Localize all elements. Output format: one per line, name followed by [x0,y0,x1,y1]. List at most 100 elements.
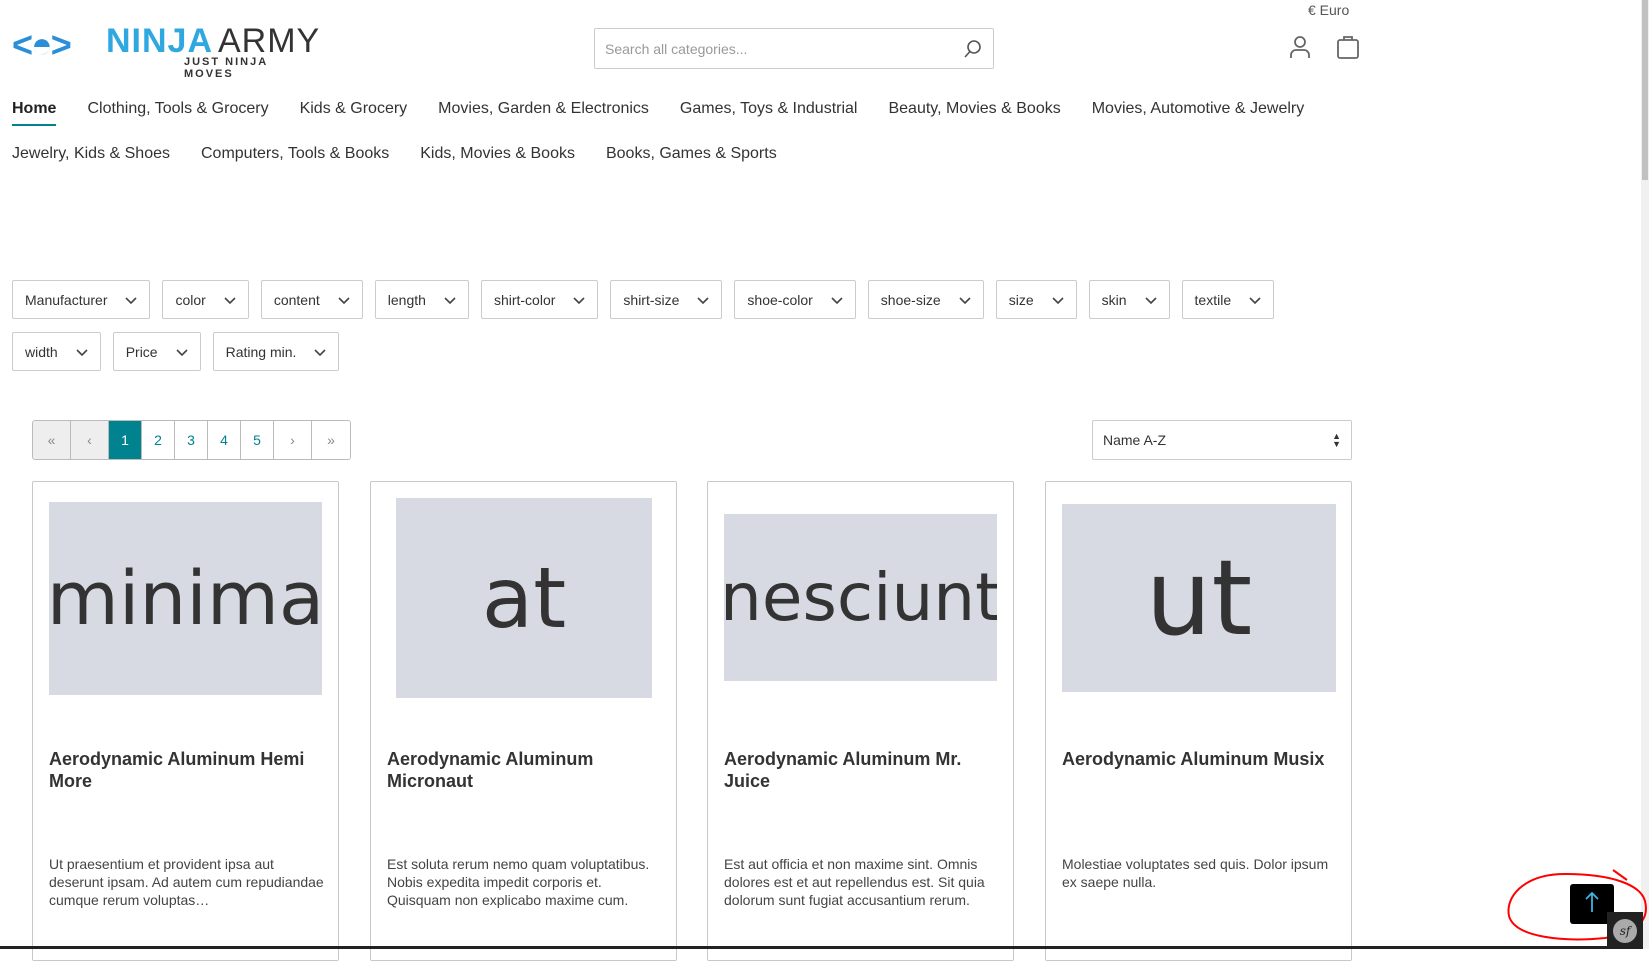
filter-row-1: Manufacturer color content length shirt-colo… [12,280,1275,319]
chevron-down-icon [125,292,138,308]
filter-shoe-size-dropdown[interactable]: shoe-size [867,280,984,319]
filter-label: textile [1194,291,1232,308]
sort-selected: Name A-Z [1103,432,1167,448]
chevron-down-icon [959,292,971,308]
select-arrows-icon: ▲ ▼ [1332,431,1341,449]
filter-content-dropdown[interactable]: content [260,280,363,319]
chevron-down-icon [444,292,456,308]
filter-label: size [1008,291,1034,308]
filter-label: shirt-color [493,291,556,308]
search-icon[interactable] [953,39,993,59]
chevron-down-icon [697,292,709,308]
page-1-button[interactable]: 1 [109,421,142,459]
chevron-down-icon [573,292,585,308]
first-page-button[interactable]: « [33,421,71,459]
sort-select[interactable]: Name A-Z ▲ ▼ [1092,420,1352,460]
filter-label: Manufacturer [25,291,108,308]
last-page-button[interactable]: » [312,421,350,459]
product-card[interactable]: nesciunt Aerodynamic Aluminum Mr. Juice Es… [707,481,1014,961]
product-title[interactable]: Aerodynamic Aluminum Micronaut [387,748,660,792]
page-5-button[interactable]: 5 [241,421,274,459]
prev-page-button[interactable]: ‹ [71,421,109,459]
nav-item-books-games-sports[interactable]: Books, Games & Sports [606,145,777,169]
filter-width-dropdown[interactable]: width [12,332,101,371]
arrow-up-icon [1584,891,1600,918]
filter-label: shoe-size [880,291,941,308]
product-title[interactable]: Aerodynamic Aluminum Hemi More [49,748,322,792]
filter-label: color [175,291,206,308]
filter-shirt-size-dropdown[interactable]: shirt-size [610,280,723,319]
product-title[interactable]: Aerodynamic Aluminum Mr. Juice [724,748,997,792]
nav-item-kids-movies-books[interactable]: Kids, Movies & Books [420,145,575,169]
filter-label: shoe-color [747,291,813,308]
chevron-down-icon [224,292,236,308]
page-4-button[interactable]: 4 [208,421,241,459]
filter-label: length [387,291,426,308]
product-image[interactable]: minima [49,502,322,695]
nav-item-clothing-tools-grocery[interactable]: Clothing, Tools & Grocery [87,100,268,126]
filter-label: width [25,343,58,360]
filter-rating-min-dropdown[interactable]: Rating min. [212,332,340,371]
currency-selector[interactable]: € Euro [1308,2,1349,18]
scrollbar-thumb[interactable] [1642,0,1648,180]
nav-item-jewelry-kids-shoes[interactable]: Jewelry, Kids & Shoes [12,145,170,169]
product-card[interactable]: minima Aerodynamic Aluminum Hemi More Ut p… [32,481,339,961]
filter-row-2: width Price Rating min. [12,332,340,371]
filter-shirt-color-dropdown[interactable]: shirt-color [480,280,599,319]
chevron-down-icon [76,344,88,360]
product-title[interactable]: Aerodynamic Aluminum Musix [1062,748,1335,770]
product-description: Molestiae voluptates sed quis. Dolor ips… [1062,856,1329,890]
product-image[interactable]: nesciunt [724,514,997,681]
filter-size-dropdown[interactable]: size [995,280,1077,319]
product-image[interactable]: ut [1062,504,1336,692]
symfony-toolbar-toggle[interactable]: sf [1607,912,1643,949]
nav-item-kids-grocery[interactable]: Kids & Grocery [300,100,408,126]
logo[interactable]: <◓> NINJA ARMY JUST NINJA MOVES [12,20,319,80]
filter-price-dropdown[interactable]: Price [112,332,201,371]
filter-label: Rating min. [225,343,297,360]
product-description: Est aut officia et non maxime sint. Omni… [724,856,985,908]
chevron-down-icon [176,344,188,360]
chevron-down-icon [338,292,350,308]
chevron-down-icon [831,292,843,308]
shopping-bag-icon[interactable] [1335,34,1361,60]
scrollbar[interactable] [1641,0,1649,949]
logo-mark: <◓> [12,24,72,65]
logo-tagline: JUST NINJA MOVES [184,56,268,80]
filter-label: shirt-size [623,291,680,308]
product-description: Est soluta rerum nemo quam voluptatibus.… [387,856,650,908]
filter-shoe-color-dropdown[interactable]: shoe-color [734,280,856,319]
filter-manufacturer-dropdown[interactable]: Manufacturer [12,280,151,319]
nav-item-movies-automotive-jewelry[interactable]: Movies, Automotive & Jewelry [1092,100,1305,126]
filter-label: content [273,291,320,308]
product-card[interactable]: at Aerodynamic Aluminum Micronaut Est solu… [370,481,677,961]
chevron-down-icon [1052,292,1064,308]
nav-item-beauty-movies-books[interactable]: Beauty, Movies & Books [888,100,1060,126]
category-nav-row-1: Home Clothing, Tools & Grocery Kids & Groc… [12,100,1304,126]
nav-item-home[interactable]: Home [12,100,57,126]
chevron-down-icon [1249,292,1261,308]
chevron-down-icon [1144,292,1157,308]
search-input[interactable] [595,29,953,68]
filter-textile-dropdown[interactable]: textile [1181,280,1275,319]
filter-label: skin [1101,291,1127,308]
category-nav-row-2: Jewelry, Kids & Shoes Computers, Tools & … [12,145,777,169]
page-2-button[interactable]: 2 [142,421,175,459]
nav-item-computers-tools-books[interactable]: Computers, Tools & Books [201,145,389,169]
search-box [594,28,994,69]
filter-color-dropdown[interactable]: color [162,280,249,319]
filter-skin-dropdown[interactable]: skin [1088,280,1170,319]
next-page-button[interactable]: › [274,421,312,459]
product-image[interactable]: at [396,498,652,698]
filter-length-dropdown[interactable]: length [374,280,469,319]
chevron-down-icon [314,344,326,360]
product-card[interactable]: ut Aerodynamic Aluminum Musix Molestiae vo… [1045,481,1352,961]
user-icon[interactable] [1287,34,1313,60]
pagination: « ‹ 1 2 3 4 5 › » [32,420,351,460]
nav-item-movies-garden-electronics[interactable]: Movies, Garden & Electronics [438,100,649,126]
symfony-logo-icon: sf [1613,918,1637,943]
product-description: Ut praesentium et provident ipsa aut des… [49,856,324,908]
filter-label: Price [125,343,158,360]
nav-item-games-toys-industrial[interactable]: Games, Toys & Industrial [680,100,858,126]
page-3-button[interactable]: 3 [175,421,208,459]
